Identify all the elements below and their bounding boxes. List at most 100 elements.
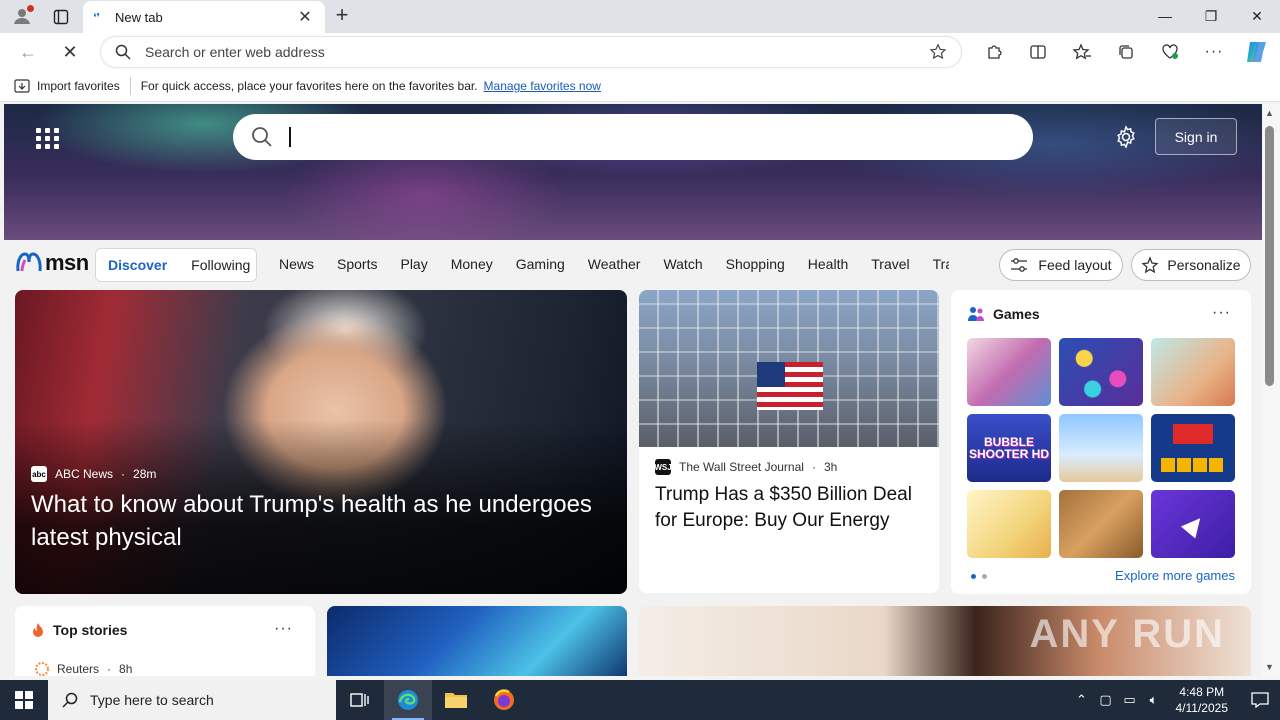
tab-new-tab[interactable]: ❛❜ New tab ✕ (83, 1, 325, 33)
favorites-bar: Import favorites For quick access, place… (0, 71, 1280, 102)
story-headline[interactable]: Trump Has a $350 Billion Deal for Europe… (655, 482, 925, 534)
manage-favorites-link[interactable]: Manage favorites now (484, 79, 601, 93)
taskbar-firefox[interactable] (480, 680, 528, 720)
nav-link-travel[interactable]: Travel (871, 256, 909, 272)
browser-toolbar: ← ✕ Search or enter web address ··· (0, 33, 1280, 71)
nav-link-traffic[interactable]: Trai (933, 256, 949, 272)
edge-icon (398, 690, 418, 710)
collections-button[interactable] (1104, 37, 1148, 67)
stop-loading-button[interactable]: ✕ (56, 39, 84, 65)
nav-link-health[interactable]: Health (808, 256, 848, 272)
nav-link-shopping[interactable]: Shopping (726, 256, 785, 272)
nav-link-watch[interactable]: Watch (663, 256, 702, 272)
device-icon[interactable]: ▢ (1094, 692, 1118, 708)
favorites-icon (1072, 43, 1091, 60)
gear-icon[interactable] (1114, 125, 1138, 149)
volume-icon[interactable]: 🔈︎ (1142, 692, 1166, 708)
scroll-up-arrow-icon[interactable]: ▲ (1265, 108, 1274, 118)
feed-layout-button[interactable]: Feed layout (999, 249, 1123, 281)
story-source: Reuters · 8h (35, 662, 132, 676)
separator-dot: · (121, 467, 126, 481)
taskbar-file-explorer[interactable] (432, 680, 480, 720)
copilot-icon[interactable] (1243, 38, 1271, 66)
nav-link-gaming[interactable]: Gaming (516, 256, 565, 272)
story-card[interactable]: ANY RUN (639, 606, 1251, 676)
game-tile[interactable] (1059, 338, 1143, 406)
close-window-button[interactable]: ✕ (1234, 0, 1280, 32)
notifications-button[interactable] (1240, 680, 1280, 720)
game-tile[interactable] (1151, 490, 1235, 558)
carousel-dots[interactable] (971, 574, 987, 579)
game-tile[interactable] (1059, 414, 1143, 482)
msn-logo[interactable]: msn (16, 250, 89, 276)
msn-butterfly-icon (16, 252, 42, 272)
scrollbar-thumb[interactable] (1265, 126, 1274, 386)
wsj-story-card[interactable]: WSJ The Wall Street Journal · 3h Trump H… (639, 290, 939, 593)
taskbar-search-box[interactable]: Type here to search (48, 680, 336, 720)
settings-more-button[interactable]: ··· (1192, 37, 1236, 67)
taskbar-edge[interactable] (384, 680, 432, 720)
tab-actions-icon (53, 9, 69, 25)
scroll-down-arrow-icon[interactable]: ▼ (1265, 662, 1274, 672)
split-screen-button[interactable] (1016, 37, 1060, 67)
game-tile[interactable] (1151, 338, 1235, 406)
main-story-card[interactable]: abc ABC News · 28m What to know about Tr… (15, 290, 627, 594)
restore-button[interactable]: ❐ (1188, 0, 1234, 32)
top-stories-card: Top stories ··· Reuters · 8h (15, 606, 315, 676)
close-tab-icon[interactable]: ✕ (295, 7, 315, 27)
carousel-dot[interactable] (971, 574, 976, 579)
nav-link-sports[interactable]: Sports (337, 256, 377, 272)
browser-essentials-button[interactable] (1148, 37, 1192, 67)
show-hidden-icons-icon[interactable]: ⌃ (1070, 692, 1094, 708)
tab-following[interactable]: Following (179, 257, 262, 273)
vertical-scrollbar[interactable]: ▲ ▼ (1262, 104, 1280, 676)
story-headline[interactable]: What to know about Trump's health as he … (31, 488, 621, 554)
new-tab-button[interactable]: + (330, 4, 354, 28)
task-view-button[interactable] (336, 680, 384, 720)
category-nav: News Sports Play Money Gaming Weather Wa… (279, 256, 949, 272)
game-tile[interactable] (967, 490, 1051, 558)
carousel-dot[interactable] (982, 574, 987, 579)
nav-link-play[interactable]: Play (400, 256, 427, 272)
game-tile[interactable] (1059, 490, 1143, 558)
game-tile-bubble-shooter[interactable]: BUBBLE SHOOTER HD (967, 414, 1051, 482)
minimize-button[interactable]: — (1142, 0, 1188, 32)
nav-link-weather[interactable]: Weather (588, 256, 641, 272)
story-card[interactable] (327, 606, 627, 676)
favorite-star-icon[interactable] (929, 43, 947, 61)
network-icon[interactable]: ▭ (1118, 692, 1142, 708)
more-options-icon[interactable]: ··· (274, 620, 293, 638)
story-image (639, 290, 939, 447)
start-button[interactable] (0, 680, 48, 720)
explore-more-games-link[interactable]: Explore more games (1115, 568, 1235, 583)
clock-time: 4:48 PM (1179, 685, 1225, 699)
clock[interactable]: 4:48 PM 4/11/2025 (1176, 684, 1229, 716)
nav-link-news[interactable]: News (279, 256, 314, 272)
tab-discover[interactable]: Discover (96, 257, 179, 273)
firefox-icon (494, 689, 514, 710)
personalize-button[interactable]: Personalize (1131, 249, 1251, 281)
separator-dot: · (811, 460, 816, 474)
clock-date: 4/11/2025 (1175, 701, 1229, 715)
import-favorites-button[interactable]: Import favorites (14, 79, 120, 93)
abc-news-logo-icon: abc (31, 466, 47, 482)
profile-button[interactable] (8, 3, 36, 29)
more-options-icon[interactable]: ··· (1212, 304, 1231, 322)
favorites-button[interactable] (1060, 37, 1104, 67)
msn-new-tab-page: Sign in msn Discover Following News Spor… (4, 104, 1262, 676)
apps-launcher-button[interactable] (34, 126, 62, 152)
extensions-button[interactable] (972, 37, 1016, 67)
notification-icon (1251, 692, 1269, 708)
game-tile[interactable] (1151, 414, 1235, 482)
web-search-box[interactable] (233, 114, 1033, 160)
task-view-icon (350, 693, 369, 707)
personalize-label: Personalize (1167, 257, 1241, 273)
back-button[interactable]: ← (14, 39, 42, 65)
nav-link-money[interactable]: Money (451, 256, 493, 272)
story-age: 3h (823, 460, 838, 474)
address-bar[interactable]: Search or enter web address (100, 36, 962, 68)
game-tile[interactable] (967, 338, 1051, 406)
tab-actions-button[interactable] (47, 5, 75, 29)
favorites-hint: For quick access, place your favorites h… (140, 79, 478, 93)
sign-in-button[interactable]: Sign in (1155, 118, 1237, 155)
